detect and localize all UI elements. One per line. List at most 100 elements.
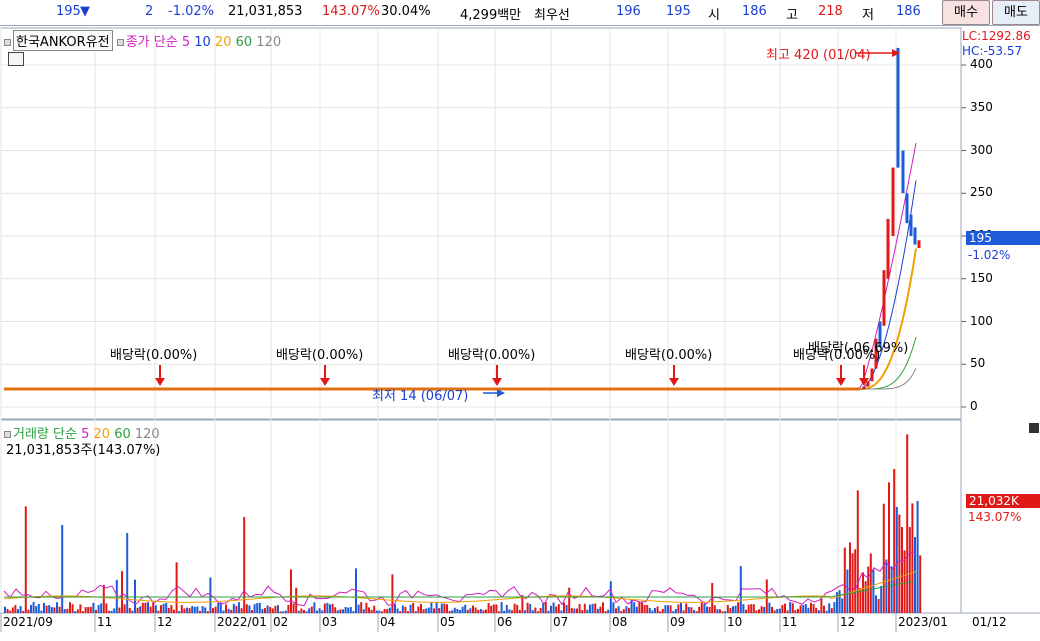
volume-bar bbox=[357, 604, 360, 613]
volume-bar bbox=[230, 609, 233, 613]
current-price-box: 195 bbox=[966, 231, 1040, 245]
volume-bar bbox=[864, 581, 867, 613]
volume-bar bbox=[50, 607, 53, 613]
volume-bar bbox=[526, 602, 529, 613]
stock-name-button[interactable]: 한국ANKOR유전 bbox=[13, 30, 113, 51]
volume-bar bbox=[768, 602, 771, 613]
volume-bar bbox=[258, 602, 261, 613]
volume-bar bbox=[485, 609, 487, 613]
volume-bar bbox=[82, 611, 84, 613]
volume-bar bbox=[162, 603, 165, 613]
volume-bar bbox=[305, 611, 308, 613]
price-ma-title: 종가 단순 bbox=[125, 35, 178, 50]
x-axis-label: 04 bbox=[380, 615, 396, 629]
price-candle bbox=[862, 386, 866, 390]
x-axis-label: 06 bbox=[497, 615, 513, 629]
volume-bar bbox=[570, 608, 573, 613]
price-candle bbox=[882, 270, 886, 326]
volume-bar bbox=[602, 602, 604, 613]
volume-bar bbox=[828, 603, 831, 613]
volume-bar bbox=[69, 602, 71, 613]
volume-bar bbox=[56, 602, 58, 613]
volume-bar bbox=[433, 608, 435, 613]
price-ma5: 5 bbox=[181, 35, 191, 50]
volume-bar bbox=[336, 610, 339, 613]
volume-bar bbox=[199, 610, 201, 613]
volume-bar bbox=[841, 598, 844, 613]
chart-canvas[interactable] bbox=[0, 0, 1040, 641]
price-axis-label: 350 bbox=[970, 99, 993, 114]
volume-bar bbox=[700, 602, 703, 613]
volume-bar bbox=[375, 610, 378, 613]
volume-bar bbox=[685, 603, 688, 613]
volume-bar bbox=[404, 606, 407, 613]
volume-bar bbox=[180, 605, 183, 613]
volume-bar bbox=[89, 606, 92, 613]
price-axis-label: 250 bbox=[970, 185, 993, 200]
volume-bar bbox=[370, 609, 373, 613]
volume-bar bbox=[446, 604, 448, 613]
price-candle bbox=[905, 193, 909, 224]
volume-bar bbox=[882, 503, 885, 613]
volume-bar bbox=[134, 579, 136, 613]
volume-bar bbox=[812, 604, 815, 613]
current-volume-box: 21,032K bbox=[966, 494, 1040, 508]
volume-bar bbox=[170, 605, 173, 613]
volume-bar bbox=[453, 607, 456, 613]
volume-bar bbox=[188, 608, 191, 613]
volume-bar bbox=[430, 602, 433, 613]
x-axis-label: 03 bbox=[322, 615, 338, 629]
volume-bar bbox=[420, 603, 422, 613]
volume-bar bbox=[833, 602, 836, 613]
volume-bar bbox=[368, 607, 370, 613]
volume-bar bbox=[708, 606, 711, 613]
volume-bar bbox=[628, 607, 630, 613]
volume-bar bbox=[297, 610, 300, 613]
volume-bar bbox=[862, 572, 864, 613]
volume-bar bbox=[742, 604, 745, 613]
volume-bar bbox=[388, 607, 391, 613]
dividend-label-3: 배당락(0.00%) bbox=[448, 348, 536, 363]
volume-bar bbox=[810, 602, 812, 613]
x-axis-label: 12 bbox=[840, 615, 856, 629]
volume-bar bbox=[734, 605, 737, 613]
volume-bar bbox=[92, 602, 95, 613]
volume-bar bbox=[386, 609, 389, 613]
volume-bar bbox=[118, 607, 121, 613]
table-icon[interactable] bbox=[8, 52, 24, 66]
volume-bar bbox=[682, 610, 685, 613]
volume-bar bbox=[329, 604, 331, 613]
volume-bar bbox=[435, 601, 438, 613]
volume-bar bbox=[586, 609, 589, 613]
volume-bar bbox=[396, 608, 399, 613]
volume-bar bbox=[308, 608, 311, 613]
dividend-label-6: 배당락(-06.69%) bbox=[808, 341, 909, 356]
volume-bar bbox=[563, 602, 565, 613]
price-axis-label: 400 bbox=[970, 57, 993, 71]
volume-bar bbox=[451, 610, 454, 613]
price-candle bbox=[870, 368, 874, 382]
volume-bar bbox=[417, 606, 420, 613]
volume-bar bbox=[102, 584, 105, 613]
volume-bar bbox=[123, 604, 126, 613]
volume-bar bbox=[594, 603, 597, 613]
volume-bar bbox=[763, 606, 766, 613]
volume-bar bbox=[568, 587, 571, 613]
volume-bar bbox=[875, 595, 877, 613]
volume-bar bbox=[11, 607, 14, 613]
volume-bar bbox=[108, 610, 110, 613]
volume-bar bbox=[550, 605, 552, 613]
collapse-icon[interactable] bbox=[1029, 423, 1039, 433]
volume-bar bbox=[95, 609, 97, 613]
current-volume-pct: 143.07% bbox=[968, 510, 1022, 524]
volume-bar bbox=[513, 603, 516, 613]
x-axis-label: 2023/01 bbox=[898, 615, 948, 629]
volume-bar bbox=[459, 609, 461, 613]
volume-bar bbox=[669, 605, 672, 613]
volume-bar bbox=[703, 603, 706, 613]
volume-bar bbox=[183, 608, 186, 613]
volume-bar bbox=[500, 602, 503, 613]
volume-bar bbox=[66, 608, 69, 613]
volume-bar bbox=[347, 607, 350, 613]
volume-bar bbox=[235, 605, 238, 613]
